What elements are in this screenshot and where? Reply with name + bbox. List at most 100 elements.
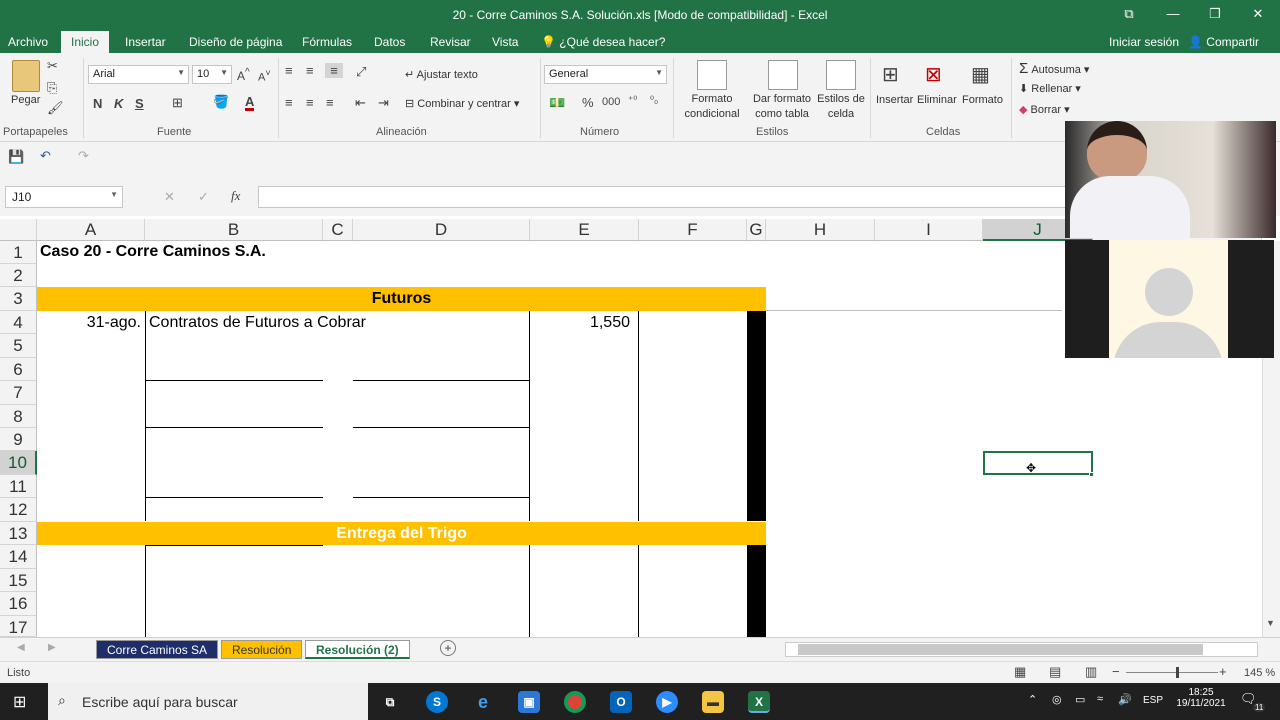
zoom-in-icon[interactable]: + <box>1219 664 1227 679</box>
row-header[interactable]: 15 <box>0 569 37 592</box>
row-header[interactable]: 4 <box>0 311 37 334</box>
paste-icon[interactable] <box>12 60 40 92</box>
paste-label[interactable]: Pegar <box>11 94 40 106</box>
fill-button[interactable]: ⬇ Rellenar ▾ <box>1019 82 1081 95</box>
tab-insertar[interactable]: Insertar <box>125 35 166 49</box>
comma-style-icon[interactable]: 000 <box>602 96 620 108</box>
percent-icon[interactable]: % <box>582 95 594 110</box>
tab-formulas[interactable]: Fórmulas <box>302 35 352 49</box>
align-middle-icon[interactable]: ≡ <box>306 63 314 78</box>
conditional-format-button[interactable]: Formato condicional <box>674 92 750 122</box>
store-icon[interactable]: ▣ <box>518 691 540 713</box>
minimize-button[interactable]: — <box>1163 6 1183 24</box>
active-cell-j10[interactable] <box>983 451 1093 475</box>
cut-icon[interactable]: ✂ <box>47 58 58 74</box>
column-header[interactable]: D <box>353 219 530 241</box>
sheet-tab-resolucion[interactable]: Resolución <box>221 640 303 659</box>
enter-icon[interactable]: ✓ <box>198 189 209 205</box>
align-bottom-icon[interactable]: ≡ <box>325 63 343 78</box>
row-header[interactable]: 14 <box>0 545 37 569</box>
row-header[interactable]: 2 <box>0 264 37 287</box>
battery-icon[interactable]: ▭ <box>1075 693 1085 706</box>
accounting-format-icon[interactable]: 💵 <box>549 95 565 111</box>
column-header[interactable]: F <box>639 219 747 241</box>
section-band-entrega[interactable]: Entrega del Trigo <box>37 522 766 545</box>
cancel-icon[interactable]: ✕ <box>164 189 175 205</box>
orientation-icon[interactable]: ⤢ <box>356 64 366 80</box>
insert-cells-label[interactable]: Insertar <box>876 94 913 106</box>
column-header[interactable]: H <box>766 219 875 241</box>
column-header[interactable]: G <box>747 219 766 241</box>
align-center-icon[interactable]: ≡ <box>306 95 314 110</box>
tell-me-box[interactable]: 💡 ¿Qué desea hacer? <box>541 35 665 49</box>
outlook-icon[interactable]: O <box>610 691 632 713</box>
format-cells-label[interactable]: Formato <box>962 94 1003 106</box>
select-all-corner[interactable] <box>0 219 37 241</box>
task-view-icon[interactable]: ⧉ <box>379 691 401 713</box>
horizontal-scrollbar[interactable] <box>785 642 1258 657</box>
column-header[interactable]: B <box>145 219 323 241</box>
row-header[interactable]: 3 <box>0 287 37 311</box>
delete-cells-icon[interactable]: ⊠ <box>925 62 942 87</box>
cell-styles-button[interactable]: Estilos de celda <box>814 92 868 122</box>
language-indicator[interactable]: ESP <box>1143 695 1163 706</box>
format-cells-icon[interactable]: ▦ <box>971 62 990 87</box>
row-header-selected[interactable]: 10 <box>0 451 37 475</box>
tab-datos[interactable]: Datos <box>374 35 405 49</box>
fill-handle[interactable] <box>1089 472 1094 477</box>
autosum-button[interactable]: Σ Autosuma ▾ <box>1019 60 1089 77</box>
wifi-icon[interactable]: ≈ <box>1097 693 1103 705</box>
tab-archivo[interactable]: Archivo <box>8 35 48 49</box>
taskbar-clock[interactable]: 18:25 19/11/2021 <box>1172 687 1230 709</box>
borders-icon[interactable]: ⊞ <box>172 95 183 111</box>
insert-function-icon[interactable]: fx <box>231 188 240 204</box>
row-header[interactable]: 1 <box>0 241 37 264</box>
formula-input[interactable] <box>258 186 1078 208</box>
save-icon[interactable]: 💾 <box>8 149 24 165</box>
wrap-text-button[interactable]: ↵ Ajustar texto <box>405 68 478 81</box>
tab-inicio[interactable]: Inicio <box>61 31 110 53</box>
increase-font-icon[interactable]: A^ <box>237 67 250 83</box>
row-header[interactable]: 11 <box>0 475 37 498</box>
row-header[interactable]: 6 <box>0 358 37 381</box>
format-table-icon[interactable] <box>768 60 798 90</box>
add-sheet-icon[interactable]: + <box>440 640 456 656</box>
column-header[interactable]: E <box>530 219 639 241</box>
scroll-thumb[interactable] <box>798 644 1203 655</box>
number-format-select[interactable]: General ▼ <box>544 65 667 84</box>
font-size-select[interactable]: 10 ▼ <box>192 65 232 84</box>
copy-icon[interactable]: ⎘ <box>47 80 57 96</box>
conditional-format-icon[interactable] <box>697 60 727 90</box>
row-header[interactable]: 13 <box>0 522 37 545</box>
windows-start-icon[interactable]: ⊞ <box>13 692 26 712</box>
tray-meet-icon[interactable]: ◎ <box>1052 693 1062 706</box>
excel-icon[interactable]: X <box>748 691 770 713</box>
tab-diseno-pagina[interactable]: Diseño de página <box>189 35 282 49</box>
format-painter-icon[interactable]: 🖌 <box>47 100 64 116</box>
column-header[interactable]: A <box>37 219 145 241</box>
zoom-out-icon[interactable]: − <box>1112 664 1120 679</box>
font-name-select[interactable]: Arial ▼ <box>88 65 189 84</box>
share-button[interactable]: 👤 Compartir <box>1188 35 1259 49</box>
cell-a4-date[interactable]: 31-ago. <box>37 314 141 332</box>
align-right-icon[interactable]: ≡ <box>326 95 334 110</box>
italic-button[interactable]: K <box>114 96 123 111</box>
tab-revisar[interactable]: Revisar <box>430 35 471 49</box>
page-layout-icon[interactable]: ▤ <box>1049 664 1061 680</box>
delete-cells-label[interactable]: Eliminar <box>917 94 957 106</box>
row-header[interactable]: 8 <box>0 405 37 428</box>
sheet-tab-resolucion-2[interactable]: Resolución (2) <box>305 640 410 659</box>
redo-icon[interactable]: ↷ <box>78 148 89 164</box>
sheet-next-icon[interactable]: ▶ <box>48 642 56 653</box>
skype-icon[interactable]: S <box>426 691 448 713</box>
zoom-app-icon[interactable]: ▶ <box>656 691 678 713</box>
decrease-font-icon[interactable]: A˅ <box>258 68 271 84</box>
row-header[interactable]: 17 <box>0 616 37 637</box>
sheet-prev-icon[interactable]: ◀ <box>17 642 25 653</box>
normal-view-icon[interactable]: ▦ <box>1014 664 1026 680</box>
cell-styles-icon[interactable] <box>826 60 856 90</box>
zoom-level[interactable]: 145 % <box>1244 667 1275 679</box>
close-button[interactable]: ✕ <box>1248 6 1268 24</box>
ribbon-display-options-icon[interactable]: ⧉ <box>1119 6 1139 24</box>
sheet-tab-corre-caminos[interactable]: Corre Caminos SA <box>96 640 219 659</box>
